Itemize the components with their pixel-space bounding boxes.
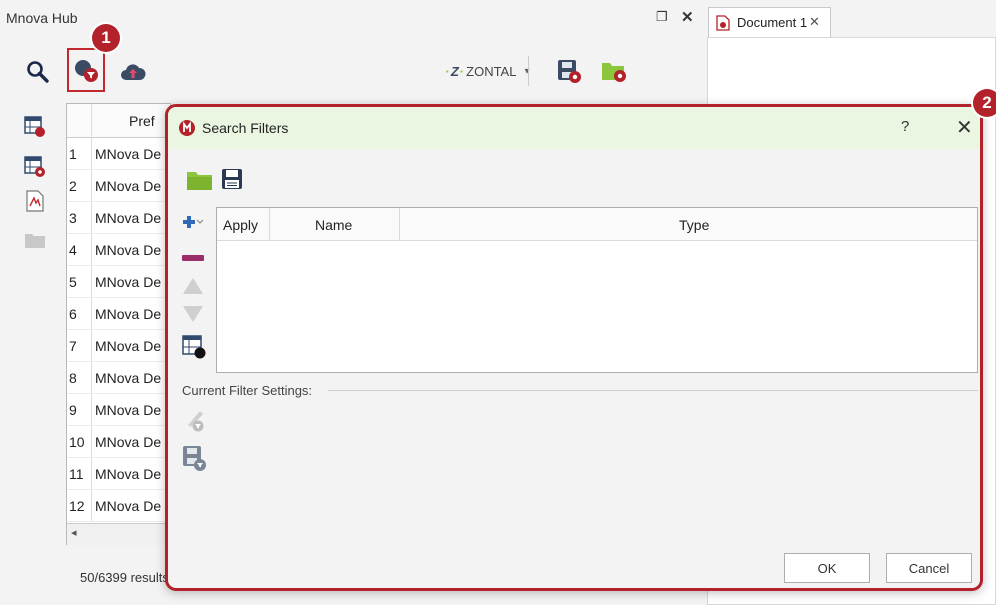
table-row[interactable]: 3 MNova De xyxy=(67,202,170,234)
row-number: 2 xyxy=(69,178,77,194)
table-row[interactable]: 9 MNova De xyxy=(67,394,170,426)
row-name-cell: MNova De xyxy=(95,210,162,226)
row-number: 3 xyxy=(69,210,77,226)
table-record-icon[interactable] xyxy=(182,335,206,362)
save-icon[interactable] xyxy=(221,168,243,193)
folder-icon[interactable] xyxy=(24,230,46,252)
row-number: 9 xyxy=(69,402,77,418)
table-row[interactable]: 11 MNova De xyxy=(67,458,170,490)
section-divider xyxy=(328,390,978,391)
row-name-cell: MNova De xyxy=(95,178,162,194)
toolbar-divider xyxy=(528,56,529,86)
move-up-icon[interactable] xyxy=(182,277,204,298)
move-down-icon[interactable] xyxy=(182,305,204,326)
table-settings-icon[interactable] xyxy=(24,156,46,178)
row-number: 8 xyxy=(69,370,77,386)
step-badge-2: 2 xyxy=(973,89,996,117)
document-icon[interactable] xyxy=(24,190,46,212)
table-row[interactable]: 5 MNova De xyxy=(67,266,170,298)
row-number: 12 xyxy=(69,498,85,514)
results-table: Pref 1 MNova De 2 MNova De 3 MNova De 4 MNova D… xyxy=(66,103,171,545)
open-folder-icon[interactable] xyxy=(186,169,214,194)
float-panel-icon[interactable]: ❐ xyxy=(656,9,668,25)
column-header-name[interactable]: Name xyxy=(315,217,352,233)
filter-search-icon xyxy=(75,60,98,82)
horizontal-scrollbar[interactable]: ◂ xyxy=(67,523,170,545)
document-icon xyxy=(716,15,730,34)
dialog-titlebar: Search Filters ? ✕ xyxy=(168,107,980,149)
zontal-label: ZONTAL xyxy=(466,63,517,79)
table-row[interactable]: 12 MNova De xyxy=(67,490,170,522)
column-header-type[interactable]: Type xyxy=(679,217,709,233)
row-separator xyxy=(67,521,170,522)
scroll-left-icon[interactable]: ◂ xyxy=(71,526,77,539)
close-panel-icon[interactable]: ✕ xyxy=(681,8,694,26)
table-row[interactable]: 10 MNova De xyxy=(67,426,170,458)
add-filter-icon[interactable] xyxy=(182,215,204,232)
table-row[interactable]: 4 MNova De xyxy=(67,234,170,266)
row-number: 4 xyxy=(69,242,77,258)
row-number: 7 xyxy=(69,338,77,354)
results-count: 50/6399 results xyxy=(80,570,169,585)
search-filters-button[interactable] xyxy=(67,48,105,92)
table-row[interactable]: 8 MNova De xyxy=(67,362,170,394)
step-badge-1: 1 xyxy=(92,24,120,52)
column-header-pref[interactable]: Pref xyxy=(129,113,155,129)
save-database-icon[interactable] xyxy=(556,58,582,84)
tab-document-1[interactable]: Document 1 ✕ xyxy=(708,7,831,37)
table-filter-icon[interactable] xyxy=(24,116,46,138)
row-name-cell: MNova De xyxy=(95,498,162,514)
row-name-cell: MNova De xyxy=(95,274,162,290)
help-button[interactable]: ? xyxy=(901,118,909,135)
save-filter-icon[interactable] xyxy=(182,445,208,476)
row-number: 10 xyxy=(69,434,85,450)
current-filter-settings-label: Current Filter Settings: xyxy=(182,383,313,398)
filters-table: Apply Name Type xyxy=(216,207,978,373)
row-name-cell: MNova De xyxy=(95,146,162,162)
tab-label: Document 1 xyxy=(737,15,808,30)
table-row[interactable]: 7 MNova De xyxy=(67,330,170,362)
row-name-cell: MNova De xyxy=(95,434,162,450)
table-row[interactable]: 2 MNova De xyxy=(67,170,170,202)
search-icon[interactable] xyxy=(26,60,50,84)
row-name-cell: MNova De xyxy=(95,306,162,322)
row-name-cell: MNova De xyxy=(95,338,162,354)
dialog-title: Search Filters xyxy=(202,120,289,136)
hub-panel-title: Mnova Hub xyxy=(6,10,78,26)
mnova-logo-icon xyxy=(179,120,195,139)
row-name-cell: MNova De xyxy=(95,242,162,258)
table-row[interactable]: 6 MNova De xyxy=(67,298,170,330)
search-filters-dialog: Search Filters ? ✕ Apply Name Type Curre… xyxy=(165,104,983,591)
dialog-close-icon[interactable]: ✕ xyxy=(956,115,973,140)
row-number: 5 xyxy=(69,274,77,290)
row-number: 11 xyxy=(69,466,84,482)
column-header-apply[interactable]: Apply xyxy=(223,217,258,233)
zontal-z-icon: Z xyxy=(450,63,459,79)
row-number: 1 xyxy=(69,146,77,162)
edit-filter-icon[interactable] xyxy=(184,407,208,436)
row-name-cell: MNova De xyxy=(95,370,162,386)
filters-table-header: Apply Name Type xyxy=(217,208,977,241)
zontal-logo-icon: · xyxy=(445,63,450,79)
table-row[interactable]: 1 MNova De xyxy=(67,138,170,170)
ok-button[interactable]: OK xyxy=(784,553,870,583)
row-number: 6 xyxy=(69,306,77,322)
zontal-dropdown[interactable]: · Z · ZONTAL ▾ xyxy=(430,56,545,86)
row-name-cell: MNova De xyxy=(95,466,162,482)
cancel-button[interactable]: Cancel xyxy=(886,553,972,583)
close-tab-icon[interactable]: ✕ xyxy=(809,14,820,30)
cloud-upload-icon[interactable] xyxy=(120,60,146,84)
row-name-cell: MNova De xyxy=(95,402,162,418)
remove-filter-icon[interactable] xyxy=(182,250,204,265)
open-database-folder-icon[interactable] xyxy=(600,58,628,84)
